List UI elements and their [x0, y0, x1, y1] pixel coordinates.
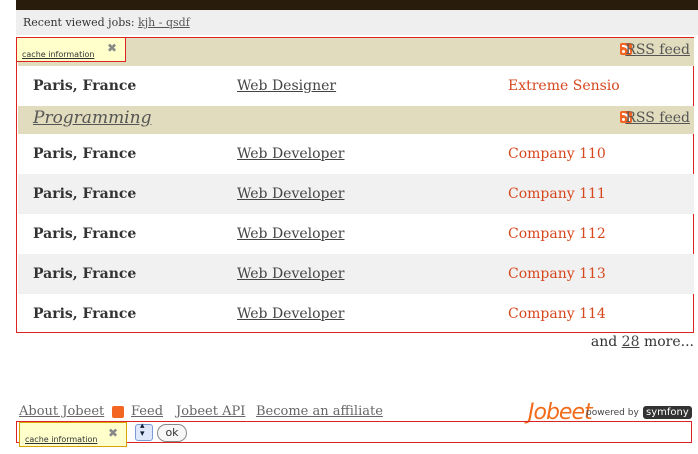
recent-label: Recent viewed jobs:	[23, 16, 135, 29]
job-position-link[interactable]: Web Developer	[237, 186, 345, 202]
job-position-link[interactable]: Web Developer	[237, 306, 345, 322]
table-row[interactable]: Paris, France Web Developer Company 113	[18, 254, 694, 294]
symfony-logo[interactable]: symfony	[643, 406, 692, 419]
job-company: Company 114	[508, 306, 606, 322]
job-location: Paris, France	[33, 306, 137, 322]
about-link[interactable]: About Jobeet	[19, 404, 104, 419]
job-position-link[interactable]: Web Designer	[237, 78, 336, 94]
more-suffix: more...	[643, 334, 694, 350]
more-count-link[interactable]: 28	[622, 334, 640, 350]
job-company: Company 113	[508, 266, 606, 282]
job-location: Paris, France	[33, 186, 137, 202]
rss-feed-link[interactable]: RSS feed	[625, 110, 690, 126]
recent-job-link[interactable]: kjh - qsdf	[138, 16, 190, 29]
table-row[interactable]: Paris, France Web Developer Company 112	[18, 214, 694, 254]
close-icon[interactable]: ✖	[108, 426, 118, 440]
table-row[interactable]: Paris, France Web Developer Company 111	[18, 174, 694, 214]
api-link[interactable]: Jobeet API	[176, 404, 245, 419]
category-title-link[interactable]: Programming	[33, 108, 151, 128]
job-company: Company 111	[508, 186, 606, 202]
job-company: Company 112	[508, 226, 606, 242]
affiliate-link[interactable]: Become an affiliate	[256, 404, 383, 419]
jobs-list-cache-box: RSS feed Paris, France Web Designer Extr…	[16, 37, 694, 333]
job-company: Extreme Sensio	[508, 78, 620, 94]
powered-by-text: powered by	[586, 408, 639, 418]
more-prefix: and	[590, 334, 618, 350]
job-position-link[interactable]: Web Developer	[237, 266, 345, 282]
feed-link[interactable]: Feed	[131, 404, 163, 419]
job-location: Paris, France	[33, 266, 137, 282]
cache-information-link[interactable]: cache information	[22, 50, 94, 59]
job-company: Company 110	[508, 146, 606, 162]
job-location: Paris, France	[33, 146, 137, 162]
job-position-link[interactable]: Web Developer	[237, 226, 345, 242]
category-header-programming: Programming RSS feed	[18, 106, 694, 134]
ok-button[interactable]: ok	[157, 424, 187, 442]
cache-information-link[interactable]: cache information	[25, 435, 97, 444]
top-bar	[16, 0, 698, 10]
table-row[interactable]: Paris, France Web Developer Company 114	[18, 294, 694, 334]
more-jobs: and 28 more...	[591, 334, 694, 350]
language-select[interactable]	[135, 421, 153, 441]
table-row[interactable]: Paris, France Web Designer Extreme Sensi…	[18, 66, 694, 106]
job-location: Paris, France	[33, 226, 137, 242]
job-location: Paris, France	[33, 78, 137, 94]
rss-feed-link[interactable]: RSS feed	[625, 42, 690, 58]
table-row[interactable]: Paris, France Web Developer Company 110	[18, 134, 694, 174]
job-position-link[interactable]: Web Developer	[237, 146, 345, 162]
recent-viewed-jobs: Recent viewed jobs: kjh - qsdf	[16, 10, 698, 35]
rss-icon[interactable]	[112, 406, 124, 418]
close-icon[interactable]: ✖	[107, 41, 117, 55]
cache-information-label[interactable]: cache information ✖	[19, 422, 127, 447]
cache-information-label[interactable]: cache information ✖	[16, 37, 126, 62]
